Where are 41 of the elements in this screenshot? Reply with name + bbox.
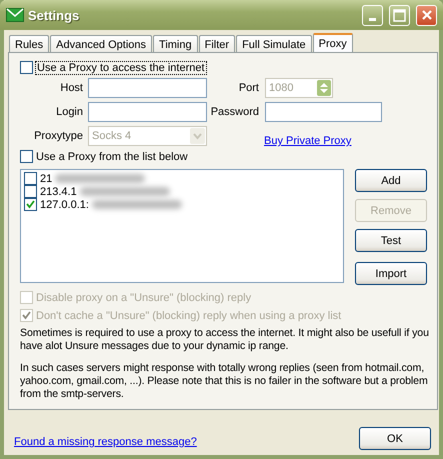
buy-proxy-link[interactable]: Buy Private Proxy (264, 135, 352, 147)
checkbox-label[interactable]: Use a Proxy from the list below (36, 150, 188, 162)
field-label: Login (55, 106, 83, 118)
missing-response-link[interactable]: Found a missing response message? (14, 436, 197, 448)
checkbox[interactable] (24, 198, 37, 211)
list-button[interactable]: Import (355, 262, 427, 285)
tab[interactable]: Full Simulate (236, 35, 312, 52)
checkbox[interactable] (20, 150, 33, 163)
minimize-button[interactable] (362, 4, 383, 26)
close-button[interactable] (416, 4, 437, 26)
host-field[interactable] (88, 78, 207, 98)
tab[interactable]: Proxy (312, 33, 353, 52)
maximize-button[interactable] (389, 4, 410, 26)
login-field[interactable] (88, 102, 207, 122)
password-field[interactable] (265, 102, 382, 122)
list-item-text[interactable]: 21 (40, 172, 52, 184)
checkbox[interactable] (24, 172, 37, 185)
list-button[interactable]: Add (355, 169, 427, 192)
maximize-icon (393, 8, 406, 22)
envelope-icon (6, 7, 24, 23)
list-item-text[interactable]: 127.0.0.1: (40, 198, 89, 210)
field-label: Proxytype (33, 130, 83, 142)
field-label: Host (59, 82, 83, 94)
tab[interactable]: Filter (198, 35, 236, 52)
window-title: Settings (28, 8, 80, 22)
ok-button[interactable]: OK (359, 427, 431, 450)
close-icon (420, 9, 432, 21)
list-item-text[interactable]: 213.4.1 (40, 186, 77, 198)
tab[interactable]: Rules (9, 35, 50, 52)
info-paragraph: Sometimes is required to use a proxy to access the internet. It might also be usefull if you have alot Unsure messages due to your dynamic ip range. (20, 327, 430, 353)
checkbox[interactable] (24, 185, 37, 198)
minimize-icon (369, 18, 376, 20)
field-label: Password (210, 106, 259, 118)
checkbox-label[interactable]: Use a Proxy to access the internet (36, 62, 206, 74)
checkbox[interactable] (20, 61, 33, 74)
info-paragraph: In such cases servers might response with totally wrong replies (seen from hotmail.com, yahoo.com, gmail.com, ...). Please note that this is no failer in the software but a problem from the smtp-servers. (20, 362, 429, 401)
tab[interactable]: Advanced Options (50, 35, 152, 52)
tab[interactable]: Timing (153, 35, 198, 52)
field-label: Port (238, 82, 259, 94)
list-button[interactable]: Test (355, 229, 427, 252)
proxy-list[interactable]: 21 213.4.1 127.0.0.1: (20, 169, 344, 283)
